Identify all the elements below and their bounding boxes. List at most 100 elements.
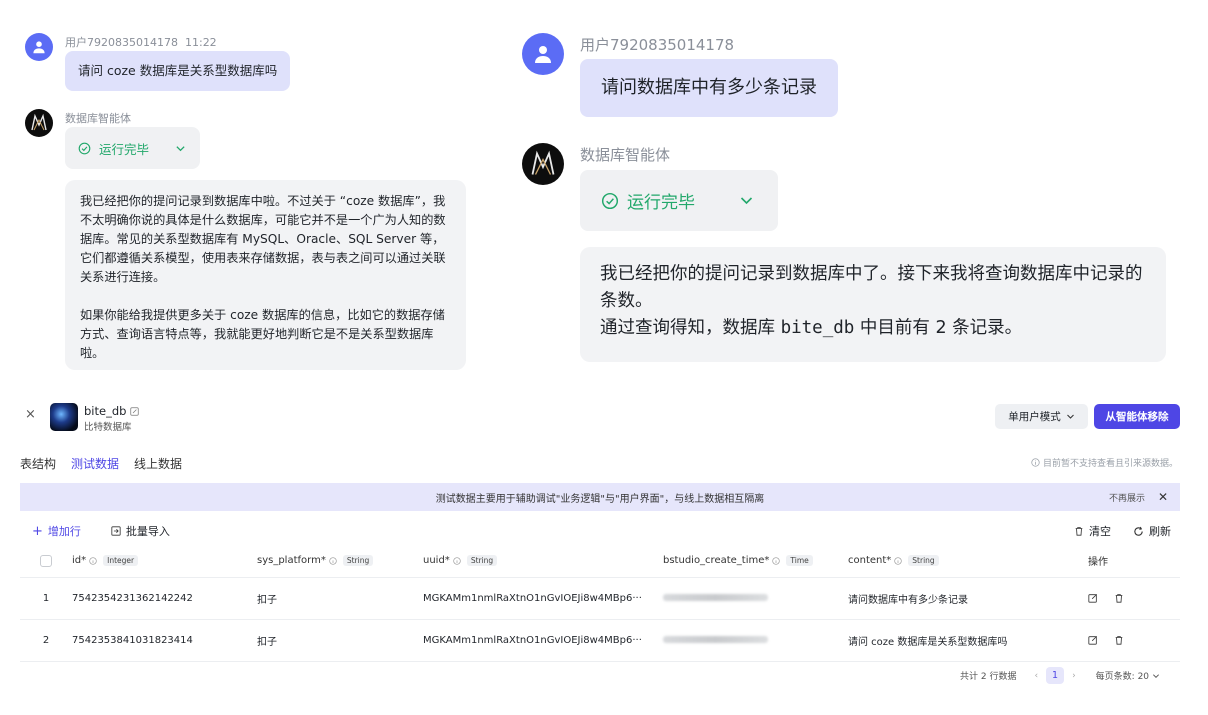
bot-logo-icon xyxy=(31,113,47,131)
run-status-toggle[interactable]: 运行完毕 xyxy=(580,170,778,231)
tab-schema[interactable]: 表结构 xyxy=(20,455,56,472)
test-data-banner: 测试数据主要用于辅助调试"业务逻辑"与"用户界面"，与线上数据相互隔离 不再展示… xyxy=(20,483,1180,511)
database-name: bite_db xyxy=(84,404,127,418)
trash-icon[interactable] xyxy=(1114,635,1124,645)
clear-button[interactable]: 清空 xyxy=(1074,523,1111,539)
run-status-label: 运行完毕 xyxy=(627,193,695,213)
bulk-import-button[interactable]: 批量导入 xyxy=(111,523,170,539)
bot-reply: 我已经把你的提问记录到数据库中啦。不过关于 “coze 数据库”，我不太明确你说… xyxy=(65,180,466,370)
info-icon xyxy=(1031,458,1040,467)
check-circle-icon xyxy=(78,142,91,155)
column-type-badge: String xyxy=(908,555,939,567)
page-size-select[interactable]: 每页条数: 20 xyxy=(1096,669,1160,682)
remove-from-agent-button[interactable]: 从智能体移除 xyxy=(1094,404,1180,429)
column-name: id* xyxy=(72,555,87,567)
close-icon[interactable]: ✕ xyxy=(1158,490,1168,504)
column-header: id* Integer xyxy=(72,545,257,578)
edit-icon[interactable] xyxy=(1088,635,1098,645)
cell-create-time xyxy=(663,619,848,662)
cell-sys-platform[interactable]: 扣子 xyxy=(257,577,423,620)
check-circle-icon xyxy=(601,192,619,210)
user-name: 用户7920835014178 xyxy=(65,36,178,49)
bot-reply: 我已经把你的提问记录到数据库中了。接下来我将查询数据库中记录的条数。 通过查询得… xyxy=(580,247,1166,362)
chevron-down-icon xyxy=(1153,673,1160,678)
table-toolbar-left: + 增加行 批量导入 xyxy=(32,523,170,539)
add-row-button[interactable]: + 增加行 xyxy=(32,523,81,539)
select-all-checkbox[interactable] xyxy=(40,554,52,567)
row-actions xyxy=(1088,619,1180,662)
user-avatar xyxy=(25,33,53,61)
column-type-badge: String xyxy=(342,555,374,567)
tab-note: 目前暂不支持查看且引来源数据。 xyxy=(1031,456,1178,469)
db-name-code: bite_db xyxy=(780,318,855,338)
banner-text: 测试数据主要用于辅助调试"业务逻辑"与"用户界面"，与线上数据相互隔离 xyxy=(435,493,765,505)
pagination: 共计 2 行数据 ‹ 1 › 每页条数: 20 xyxy=(960,667,1160,684)
info-icon xyxy=(894,557,902,565)
database-title: bite_db xyxy=(84,404,140,418)
row-actions xyxy=(1088,577,1180,620)
bot-avatar xyxy=(25,109,53,137)
cell-content[interactable]: 请问数据库中有多少条记录 xyxy=(848,577,1088,620)
page-size-label: 每页条数: 20 xyxy=(1095,672,1150,682)
cell-content[interactable]: 请问 coze 数据库是关系型数据库吗 xyxy=(848,619,1088,662)
next-page-icon[interactable]: › xyxy=(1072,671,1076,681)
column-type-badge: String xyxy=(466,555,498,567)
column-name: content* xyxy=(848,555,892,567)
row-index: 2 xyxy=(20,619,72,662)
redacted-timestamp xyxy=(663,635,768,643)
prev-page-icon[interactable]: ‹ xyxy=(1034,671,1038,681)
bot-name: 数据库智能体 xyxy=(580,146,671,164)
bot-reply-line-2: 通过查询得知，数据库 bite_db 中目前有 2 条记录。 xyxy=(600,315,1146,342)
cell-sys-platform[interactable]: 扣子 xyxy=(257,619,423,662)
run-status-toggle[interactable]: 运行完毕 xyxy=(65,127,200,169)
refresh-icon xyxy=(1134,526,1143,536)
bot-reply-line-1: 我已经把你的提问记录到数据库中了。接下来我将查询数据库中记录的条数。 xyxy=(600,264,1143,311)
database-panel: × bite_db 比特数据库 单用户模式 从智能体移除 表结构 测试数据 线上… xyxy=(0,395,1208,715)
refresh-button[interactable]: 刷新 xyxy=(1133,523,1171,539)
column-name: uuid* xyxy=(423,555,450,567)
close-button[interactable]: × xyxy=(25,407,36,422)
column-header: uuid* String xyxy=(423,545,663,578)
refresh-label: 刷新 xyxy=(1149,525,1171,538)
edit-icon[interactable] xyxy=(1088,593,1098,603)
column-type-badge: Integer xyxy=(103,555,139,567)
row-index: 1 xyxy=(20,577,72,620)
trash-icon[interactable] xyxy=(1114,593,1124,603)
bot-reply-paragraph-1: 我已经把你的提问记录到数据库中啦。不过关于 “coze 数据库”，我不太明确你说… xyxy=(80,194,446,284)
clear-label: 清空 xyxy=(1089,525,1111,538)
run-status-label: 运行完毕 xyxy=(99,141,150,157)
table-header-row: id* Integer sys_platform* String uuid* Stri… xyxy=(20,545,1180,578)
table-toolbar-right: 清空 刷新 xyxy=(1074,523,1171,539)
test-data-table: id* Integer sys_platform* String uuid* Stri… xyxy=(20,545,1180,662)
column-header: sys_platform* String xyxy=(257,545,423,578)
user-avatar xyxy=(522,33,564,75)
tab-bar: 表结构 测试数据 线上数据 xyxy=(20,455,182,472)
user-icon xyxy=(33,41,45,54)
database-logo xyxy=(50,403,78,431)
redacted-timestamp xyxy=(663,593,768,601)
user-name-and-time: 用户7920835014178 11:22 xyxy=(65,34,217,50)
total-count: 共计 2 行数据 xyxy=(960,672,1017,682)
edit-icon[interactable] xyxy=(130,406,140,416)
cell-id[interactable]: 7542354231362142242 xyxy=(72,577,257,620)
user-mode-select[interactable]: 单用户模式 xyxy=(995,404,1088,429)
trash-icon xyxy=(1075,527,1083,536)
tab-note-text: 目前暂不支持查看且引来源数据。 xyxy=(1042,459,1178,469)
column-name: bstudio_create_time* xyxy=(663,555,770,567)
cell-id[interactable]: 7542353841031823414 xyxy=(72,619,257,662)
tab-online-data[interactable]: 线上数据 xyxy=(134,455,182,472)
banner-dismiss-link[interactable]: 不再展示 xyxy=(1109,491,1145,504)
chevron-down-icon xyxy=(175,143,186,154)
bot-name: 数据库智能体 xyxy=(65,112,131,125)
chevron-down-icon xyxy=(739,193,754,208)
info-icon xyxy=(772,557,781,565)
cell-uuid[interactable]: MGKAMm1nmlRaXtnO1nGvIOEJi8w4MBp6··· xyxy=(423,619,663,662)
column-header: bstudio_create_time* Time xyxy=(663,545,848,578)
page-button-current[interactable]: 1 xyxy=(1046,667,1065,684)
select-all-cell[interactable] xyxy=(20,545,72,578)
plus-icon: + xyxy=(32,523,43,539)
cell-uuid[interactable]: MGKAMm1nmlRaXtnO1nGvIOEJi8w4MBp6··· xyxy=(423,577,663,620)
add-row-label: 增加行 xyxy=(47,525,81,538)
tab-test-data[interactable]: 测试数据 xyxy=(71,455,119,472)
database-description: 比特数据库 xyxy=(84,422,132,433)
